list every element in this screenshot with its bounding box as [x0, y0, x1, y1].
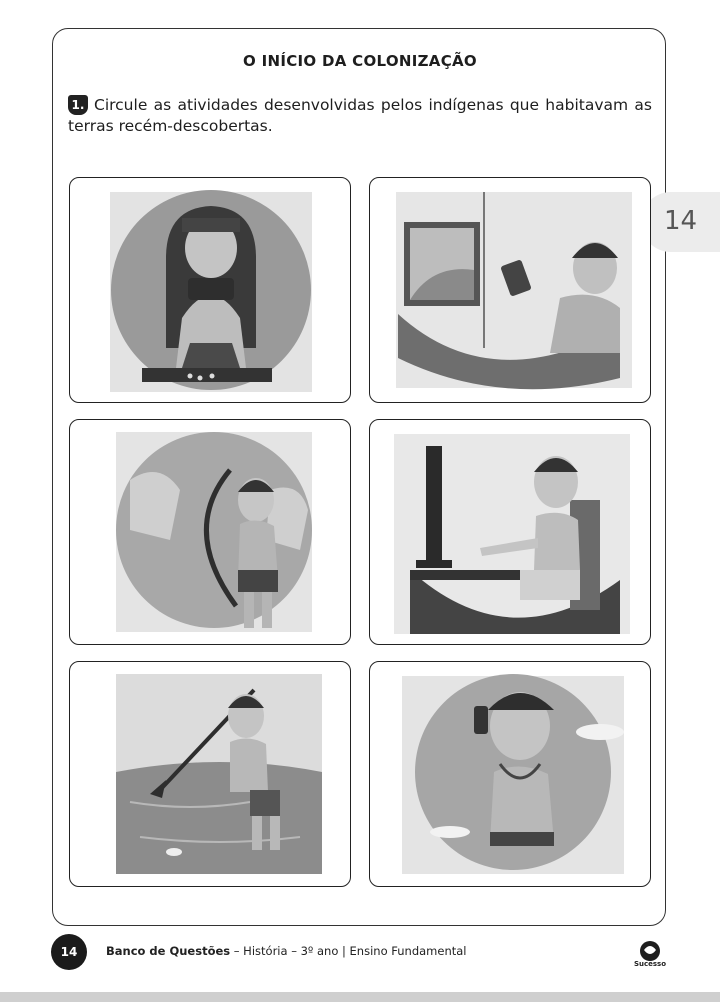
computer-illustration	[394, 434, 630, 634]
fishing-illustration	[116, 674, 322, 874]
archery-illustration	[116, 432, 312, 632]
page-tab: 14	[641, 192, 720, 252]
illustration-card-archer[interactable]	[69, 419, 351, 645]
question-1: 1. Circule as atividades desenvolvidas pe…	[68, 95, 652, 137]
illustration-card-spear-fishing[interactable]	[69, 661, 351, 887]
illustration-card-hammock-remote[interactable]	[369, 177, 651, 403]
illustration-card-beads[interactable]	[69, 177, 351, 403]
illustration-card-computer[interactable]	[369, 419, 651, 645]
footer-book-title: Banco de Questões	[106, 944, 231, 958]
footer-logo-text: Sucesso	[633, 960, 667, 968]
illustration-card-phone[interactable]	[369, 661, 651, 887]
footer-page-number: 14	[51, 934, 87, 970]
page-title: O INÍCIO DA COLONIZAÇÃO	[243, 52, 477, 70]
question-number: 1.	[68, 95, 88, 115]
bottom-bar	[0, 992, 720, 1002]
hammock-illustration	[396, 192, 632, 390]
footer-subtitle: – História – 3º ano | Ensino Fundamental	[230, 944, 467, 958]
footer-text: Banco de Questões – História – 3º ano | …	[106, 944, 467, 958]
beadwork-illustration	[110, 190, 312, 392]
phone-illustration	[402, 674, 624, 874]
page-tab-number: 14	[663, 206, 698, 236]
question-text: Circule as atividades desenvolvidas pelo…	[68, 96, 652, 135]
